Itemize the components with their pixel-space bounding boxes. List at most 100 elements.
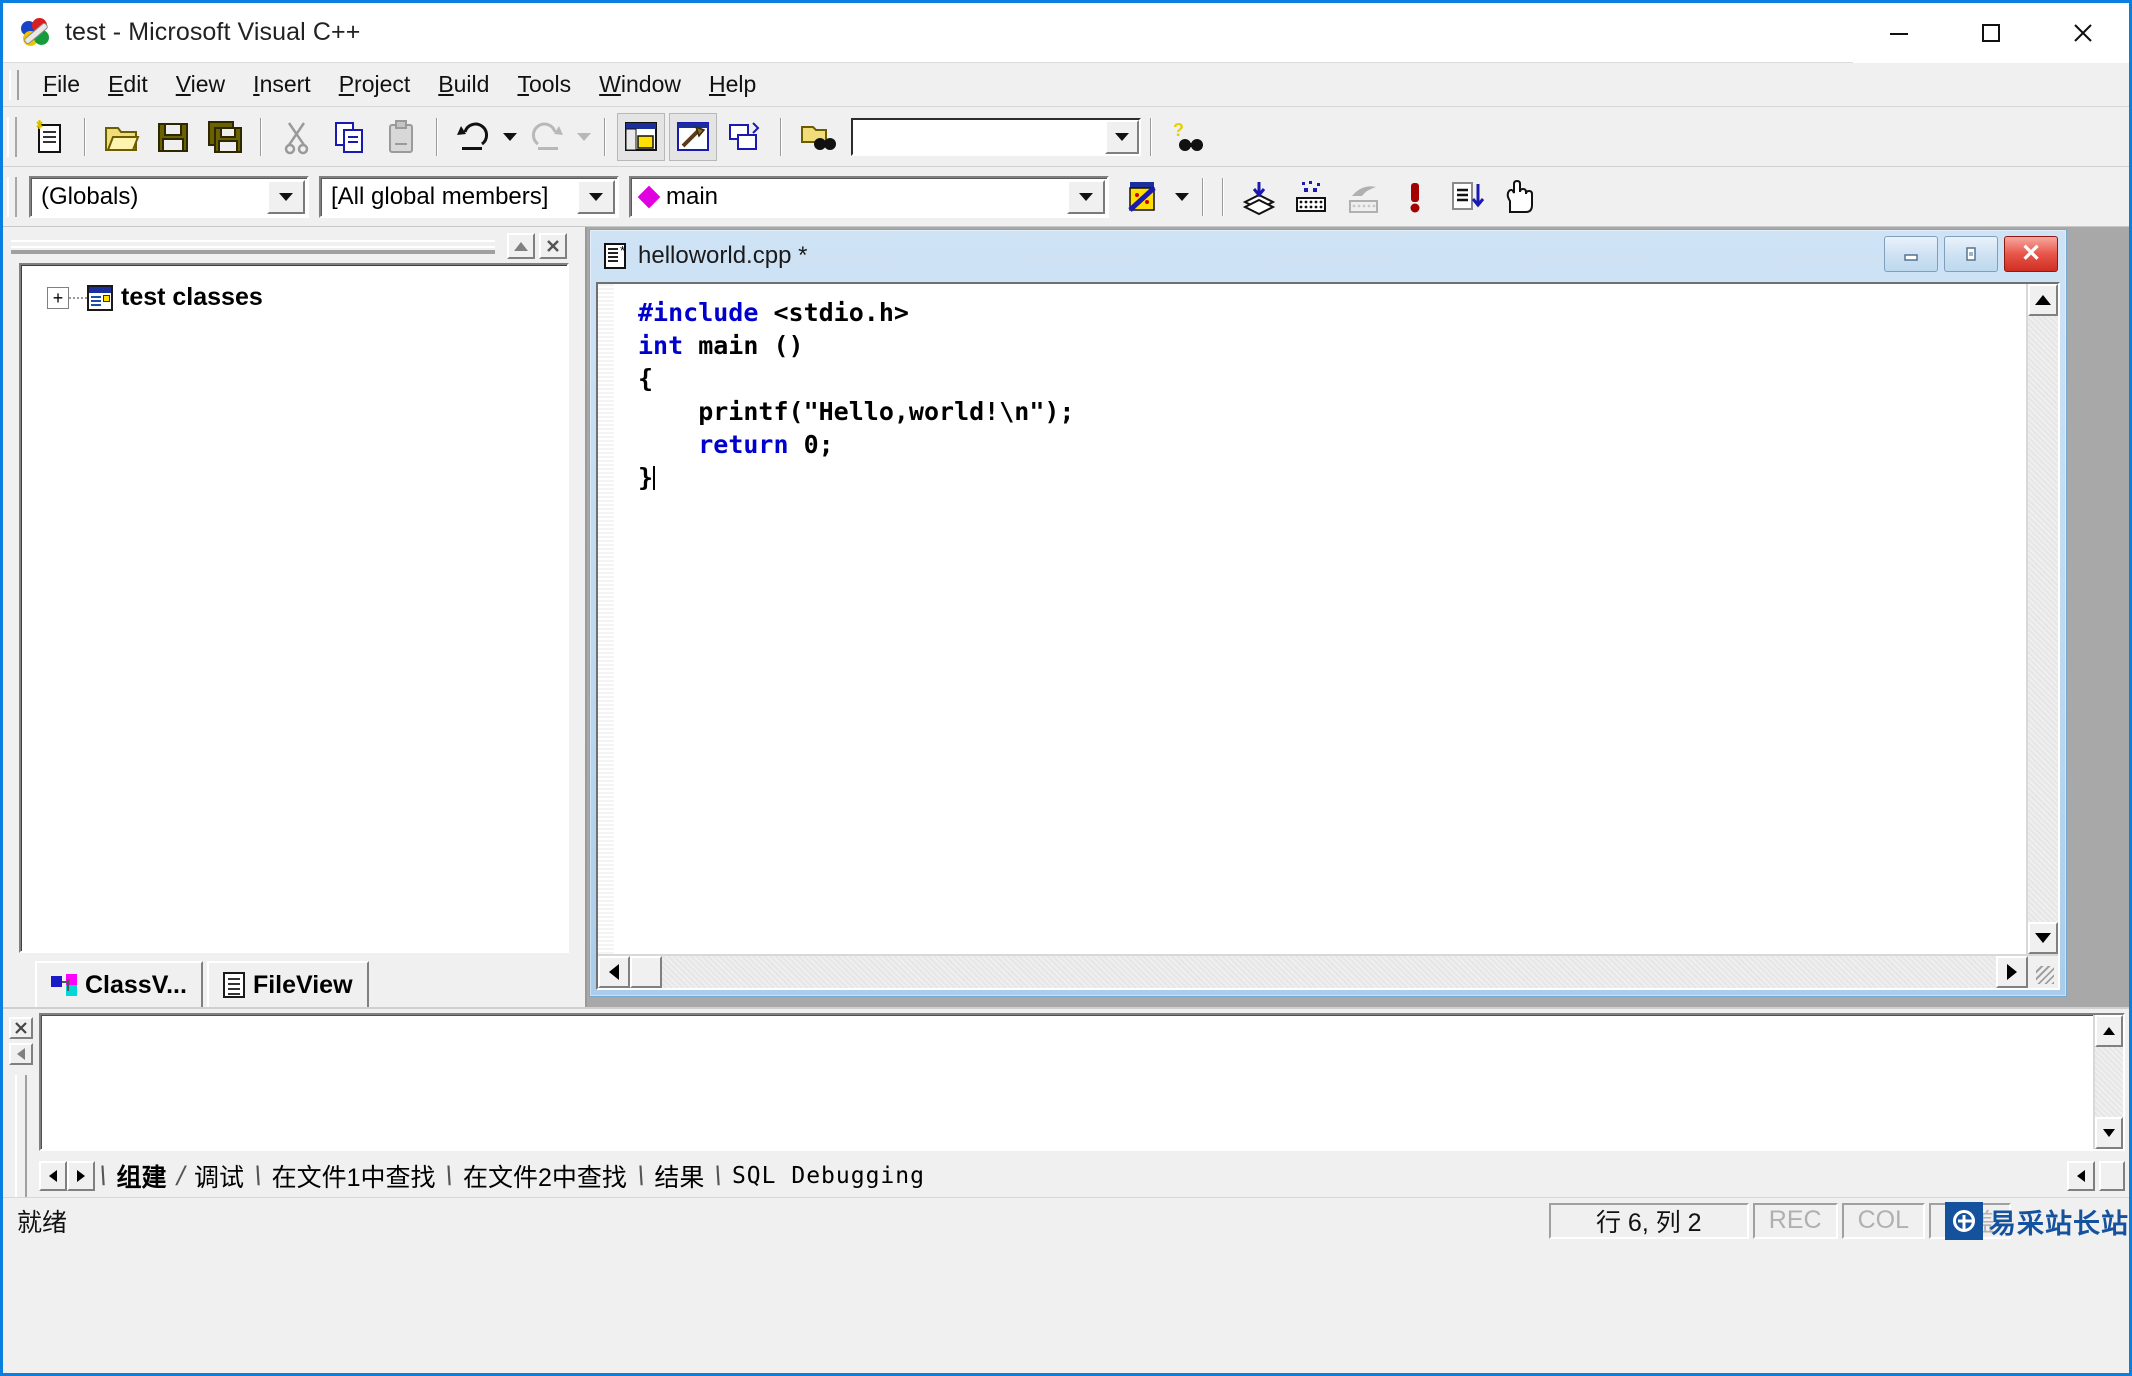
find-in-files-icon[interactable] [793,113,841,161]
output-scroll-up-button[interactable] [2095,1015,2123,1047]
editor-vertical-scrollbar[interactable] [2026,284,2058,954]
cut-scissors-icon[interactable] [273,113,321,161]
symbol-combo-dropdown-icon[interactable] [1067,180,1105,214]
redo-dropdown-icon[interactable] [573,113,595,161]
tab-fileview[interactable]: FileView [207,961,369,1007]
output-tab-results[interactable]: 结果\ [644,1158,722,1194]
hscroll-track[interactable] [662,956,1996,988]
editor-restore-button[interactable] [1944,236,1998,272]
member-filter-combo-value: [All global members] [321,178,575,216]
stop-build-icon[interactable] [1339,173,1387,221]
redo-icon[interactable] [523,113,571,161]
workspace-collapse-button[interactable] [507,233,535,259]
tab-classview[interactable]: ClassV... [35,961,203,1007]
member-filter-dropdown-icon[interactable] [577,180,615,214]
wizardbar-drag-grip[interactable] [7,177,17,217]
menu-window[interactable]: Window [585,67,695,102]
tree-item-test-classes[interactable]: + test classes [47,283,567,312]
output-window-icon[interactable] [669,113,717,161]
menu-file[interactable]: File [29,67,94,102]
find-combo-dropdown-icon[interactable] [1105,120,1139,154]
tree-expander-icon[interactable]: + [47,287,69,309]
execute-icon[interactable] [1391,173,1439,221]
class-combo-dropdown-icon[interactable] [267,180,305,214]
menu-tools[interactable]: Tools [503,67,585,102]
selection-margin[interactable] [598,284,614,954]
scroll-right-button[interactable] [1996,956,2028,988]
menu-build[interactable]: Build [424,67,503,102]
menu-insert[interactable]: Insert [239,67,325,102]
editor-horizontal-scrollbar[interactable] [598,954,2058,988]
resize-grip[interactable] [2028,956,2058,988]
output-tab-scroll-right[interactable] [67,1161,95,1191]
find-help-binoculars-icon[interactable]: ? [1163,113,1211,161]
paste-icon[interactable] [377,113,425,161]
hscroll-thumb[interactable] [630,956,662,988]
workspace-header [11,227,573,261]
editor-minimize-button[interactable] [1884,236,1938,272]
maximize-button[interactable] [1945,3,2037,63]
find-input[interactable] [853,120,1105,154]
classwizard-dropdown-icon[interactable] [1171,173,1193,221]
menu-help[interactable]: Help [695,67,770,102]
output-scroll-down-button[interactable] [2095,1117,2123,1149]
menu-view[interactable]: View [162,67,239,102]
vscroll-track[interactable] [2028,316,2058,922]
output-text-area[interactable] [39,1013,2125,1151]
scroll-up-button[interactable] [2028,284,2058,316]
open-folder-icon[interactable] [97,113,145,161]
insert-breakpoint-icon[interactable] [1495,173,1543,221]
find-combo[interactable] [851,118,1141,156]
status-col-indicator: COL [1842,1203,1925,1239]
workspace-tree[interactable]: + test classes [19,263,569,953]
member-filter-combo[interactable]: [All global members] [319,176,619,218]
workspace-panel: + test classes ClassV... Fi [3,227,573,1007]
build-icon[interactable] [1287,173,1335,221]
workspace-close-button[interactable] [539,233,567,259]
output-pane: \组建/ 调试\ 在文件1中查找\ 在文件2中查找\ 结果\ SQL Debug… [3,1007,2129,1197]
workspace-drag-grip[interactable] [11,240,495,252]
undo-dropdown-icon[interactable] [499,113,521,161]
output-tab-nav-left[interactable] [2067,1161,2095,1191]
symbol-combo[interactable]: main [629,176,1109,218]
output-tab-build[interactable]: \组建/ [99,1158,184,1194]
compile-icon[interactable] [1235,173,1283,221]
output-tab-nav-spacer[interactable] [2099,1161,2125,1191]
tab-classview-label: ClassV... [85,971,187,1000]
output-tab-find-in-files-2[interactable]: 在文件2中查找\ [453,1158,644,1194]
output-drag-grip[interactable] [15,1075,27,1197]
copy-icon[interactable] [325,113,373,161]
output-close-button[interactable] [9,1017,33,1039]
workspace-splitter[interactable] [573,227,585,1007]
window-list-icon[interactable] [721,113,769,161]
editor-close-button[interactable]: ✕ [2004,236,2058,272]
output-vertical-scrollbar[interactable] [2093,1015,2123,1149]
output-tab-find-in-files-1[interactable]: 在文件1中查找\ [262,1158,453,1194]
scroll-down-button[interactable] [2028,922,2058,954]
new-text-file-icon[interactable] [25,113,73,161]
output-tab-scroll-left[interactable] [39,1161,67,1191]
easck-logo-icon [1945,1202,1983,1240]
code-text[interactable]: #include <stdio.h> int main () { printf(… [606,292,2026,494]
undo-icon[interactable] [449,113,497,161]
scroll-left-button[interactable] [598,956,630,988]
classwizard-icon[interactable] [1121,173,1169,221]
output-collapse-button[interactable] [9,1043,33,1065]
class-combo[interactable]: (Globals) [29,176,309,218]
output-tab-sql-debugging[interactable]: SQL Debugging [722,1163,935,1189]
minimize-button[interactable] [1853,3,1945,63]
editor-title-bar[interactable]: helloworld.cpp * ✕ [590,230,2066,282]
toolbar-drag-grip[interactable] [7,117,17,157]
close-button[interactable] [2037,3,2129,63]
menu-edit[interactable]: Edit [94,67,162,102]
code-editor[interactable]: #include <stdio.h> int main () { printf(… [598,284,2026,954]
output-vscroll-track[interactable] [2095,1047,2123,1117]
output-main: \组建/ 调试\ 在文件1中查找\ 在文件2中查找\ 结果\ SQL Debug… [39,1013,2125,1197]
workspace-window-icon[interactable] [617,113,665,161]
menu-project[interactable]: Project [325,67,425,102]
save-all-icon[interactable] [201,113,249,161]
menu-drag-grip[interactable] [9,70,19,100]
save-icon[interactable] [149,113,197,161]
go-run-icon[interactable] [1443,173,1491,221]
output-tab-debug[interactable]: 调试\ [184,1158,262,1194]
